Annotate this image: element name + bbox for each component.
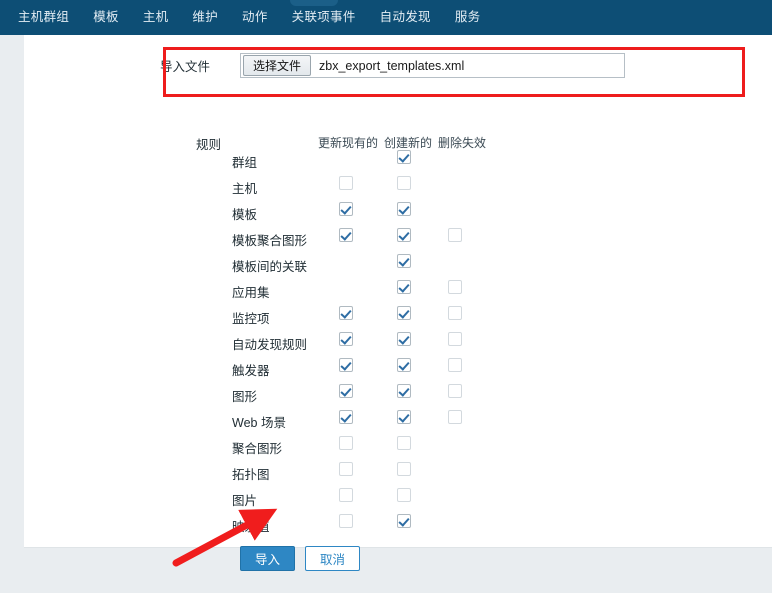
rule-row-label: 图片 bbox=[232, 494, 258, 508]
nav-active-indicator bbox=[290, 0, 338, 6]
checkbox-create-new[interactable] bbox=[397, 410, 411, 424]
rule-row: 聚合图形 bbox=[232, 434, 482, 460]
checkbox-create-new[interactable] bbox=[397, 176, 411, 190]
rule-row-label: 拓扑图 bbox=[232, 468, 270, 482]
rule-row: 映射值 bbox=[232, 512, 482, 538]
checkbox-create-new[interactable] bbox=[397, 514, 411, 528]
checkbox-delete-missing[interactable] bbox=[448, 358, 462, 372]
rule-row: 模板间的关联 bbox=[232, 252, 482, 278]
checkbox-create-new[interactable] bbox=[397, 150, 411, 164]
checkbox-create-new[interactable] bbox=[397, 488, 411, 502]
rules-label: 规则 bbox=[196, 138, 222, 152]
checkbox-delete-missing[interactable] bbox=[448, 332, 462, 346]
checkbox-update-existing[interactable] bbox=[339, 176, 353, 190]
nav-item-maintenance[interactable]: 维护 bbox=[180, 1, 230, 35]
rule-row: 触发器 bbox=[232, 356, 482, 382]
checkbox-create-new[interactable] bbox=[397, 358, 411, 372]
rule-row: 图片 bbox=[232, 486, 482, 512]
checkbox-update-existing[interactable] bbox=[339, 306, 353, 320]
rule-row: 模板聚合图形 bbox=[232, 226, 482, 252]
rule-row: 群组 bbox=[232, 148, 482, 174]
checkbox-create-new[interactable] bbox=[397, 436, 411, 450]
rule-row-label: 触发器 bbox=[232, 364, 270, 378]
choose-file-button[interactable]: 选择文件 bbox=[243, 55, 312, 76]
checkbox-update-existing[interactable] bbox=[339, 202, 353, 216]
rules-table: 群组主机模板模板聚合图形 模板间的关联 应用集监控项自动发现规则 触发器图形 Web 场… bbox=[232, 148, 482, 538]
rule-row: Web 场景 bbox=[232, 408, 482, 434]
main-navigation-bar: 主机群组 模板 主机 维护 动作 关联项事件 自动发现 服务 bbox=[0, 0, 772, 35]
rule-row-label: 群组 bbox=[232, 156, 258, 170]
rule-row-label: 主机 bbox=[232, 182, 258, 196]
checkbox-create-new[interactable] bbox=[397, 228, 411, 242]
rule-row-label: 自动发现规则 bbox=[232, 338, 308, 352]
rule-row-label: 模板间的关联 bbox=[232, 260, 308, 274]
rule-row: 拓扑图 bbox=[232, 460, 482, 486]
checkbox-update-existing[interactable] bbox=[339, 488, 353, 502]
checkbox-update-existing[interactable] bbox=[339, 410, 353, 424]
nav-item-discovery[interactable]: 自动发现 bbox=[368, 1, 443, 35]
checkbox-update-existing[interactable] bbox=[339, 462, 353, 476]
checkbox-update-existing[interactable] bbox=[339, 228, 353, 242]
checkbox-create-new[interactable] bbox=[397, 462, 411, 476]
import-file-row: 导入文件 选择文件 zbx_export_templates.xml bbox=[160, 53, 760, 78]
checkbox-delete-missing[interactable] bbox=[448, 410, 462, 424]
rule-row-label: 模板 bbox=[232, 208, 258, 222]
checkbox-create-new[interactable] bbox=[397, 306, 411, 320]
checkbox-delete-missing[interactable] bbox=[448, 280, 462, 294]
file-input-control[interactable]: 选择文件 zbx_export_templates.xml bbox=[240, 53, 625, 78]
rule-row: 应用集 bbox=[232, 278, 482, 304]
rule-row-label: 映射值 bbox=[232, 520, 270, 534]
checkbox-update-existing[interactable] bbox=[339, 358, 353, 372]
rule-row-label: 图形 bbox=[232, 390, 258, 404]
left-rail bbox=[0, 35, 24, 548]
checkbox-update-existing[interactable] bbox=[339, 384, 353, 398]
rule-row: 监控项 bbox=[232, 304, 482, 330]
checkbox-create-new[interactable] bbox=[397, 254, 411, 268]
nav-item-services[interactable]: 服务 bbox=[443, 1, 493, 35]
nav-item-hosts[interactable]: 主机 bbox=[131, 1, 181, 35]
nav-item-actions[interactable]: 动作 bbox=[230, 1, 280, 35]
nav-item-templates[interactable]: 模板 bbox=[81, 1, 131, 35]
nav-item-host-groups[interactable]: 主机群组 bbox=[6, 1, 81, 35]
checkbox-update-existing[interactable] bbox=[339, 514, 353, 528]
page-body: 导入文件 选择文件 zbx_export_templates.xml 规则 更新… bbox=[0, 35, 772, 593]
checkbox-create-new[interactable] bbox=[397, 332, 411, 346]
checkbox-create-new[interactable] bbox=[397, 202, 411, 216]
rule-row-label: 模板聚合图形 bbox=[232, 234, 308, 248]
checkbox-update-existing[interactable] bbox=[339, 436, 353, 450]
selected-file-name: zbx_export_templates.xml bbox=[319, 58, 465, 73]
checkbox-create-new[interactable] bbox=[397, 384, 411, 398]
cancel-button[interactable]: 取消 bbox=[305, 546, 361, 571]
checkbox-delete-missing[interactable] bbox=[448, 384, 462, 398]
checkbox-delete-missing[interactable] bbox=[448, 306, 462, 320]
checkbox-create-new[interactable] bbox=[397, 280, 411, 294]
rule-row: 主机 bbox=[232, 174, 482, 200]
rule-row-label: 应用集 bbox=[232, 286, 270, 300]
rule-row: 自动发现规则 bbox=[232, 330, 482, 356]
checkbox-delete-missing[interactable] bbox=[448, 228, 462, 242]
rule-row-label: 监控项 bbox=[232, 312, 270, 326]
rule-row: 模板 bbox=[232, 200, 482, 226]
import-file-label: 导入文件 bbox=[160, 60, 211, 74]
rule-row-label: Web 场景 bbox=[232, 416, 286, 430]
app-root: 主机群组 模板 主机 维护 动作 关联项事件 自动发现 服务 导入文件 选择文件… bbox=[0, 0, 772, 593]
checkbox-update-existing[interactable] bbox=[339, 332, 353, 346]
rule-row-label: 聚合图形 bbox=[232, 442, 283, 456]
import-button[interactable]: 导入 bbox=[240, 546, 296, 571]
form-actions: 导入 取消 bbox=[240, 546, 361, 571]
rule-row: 图形 bbox=[232, 382, 482, 408]
